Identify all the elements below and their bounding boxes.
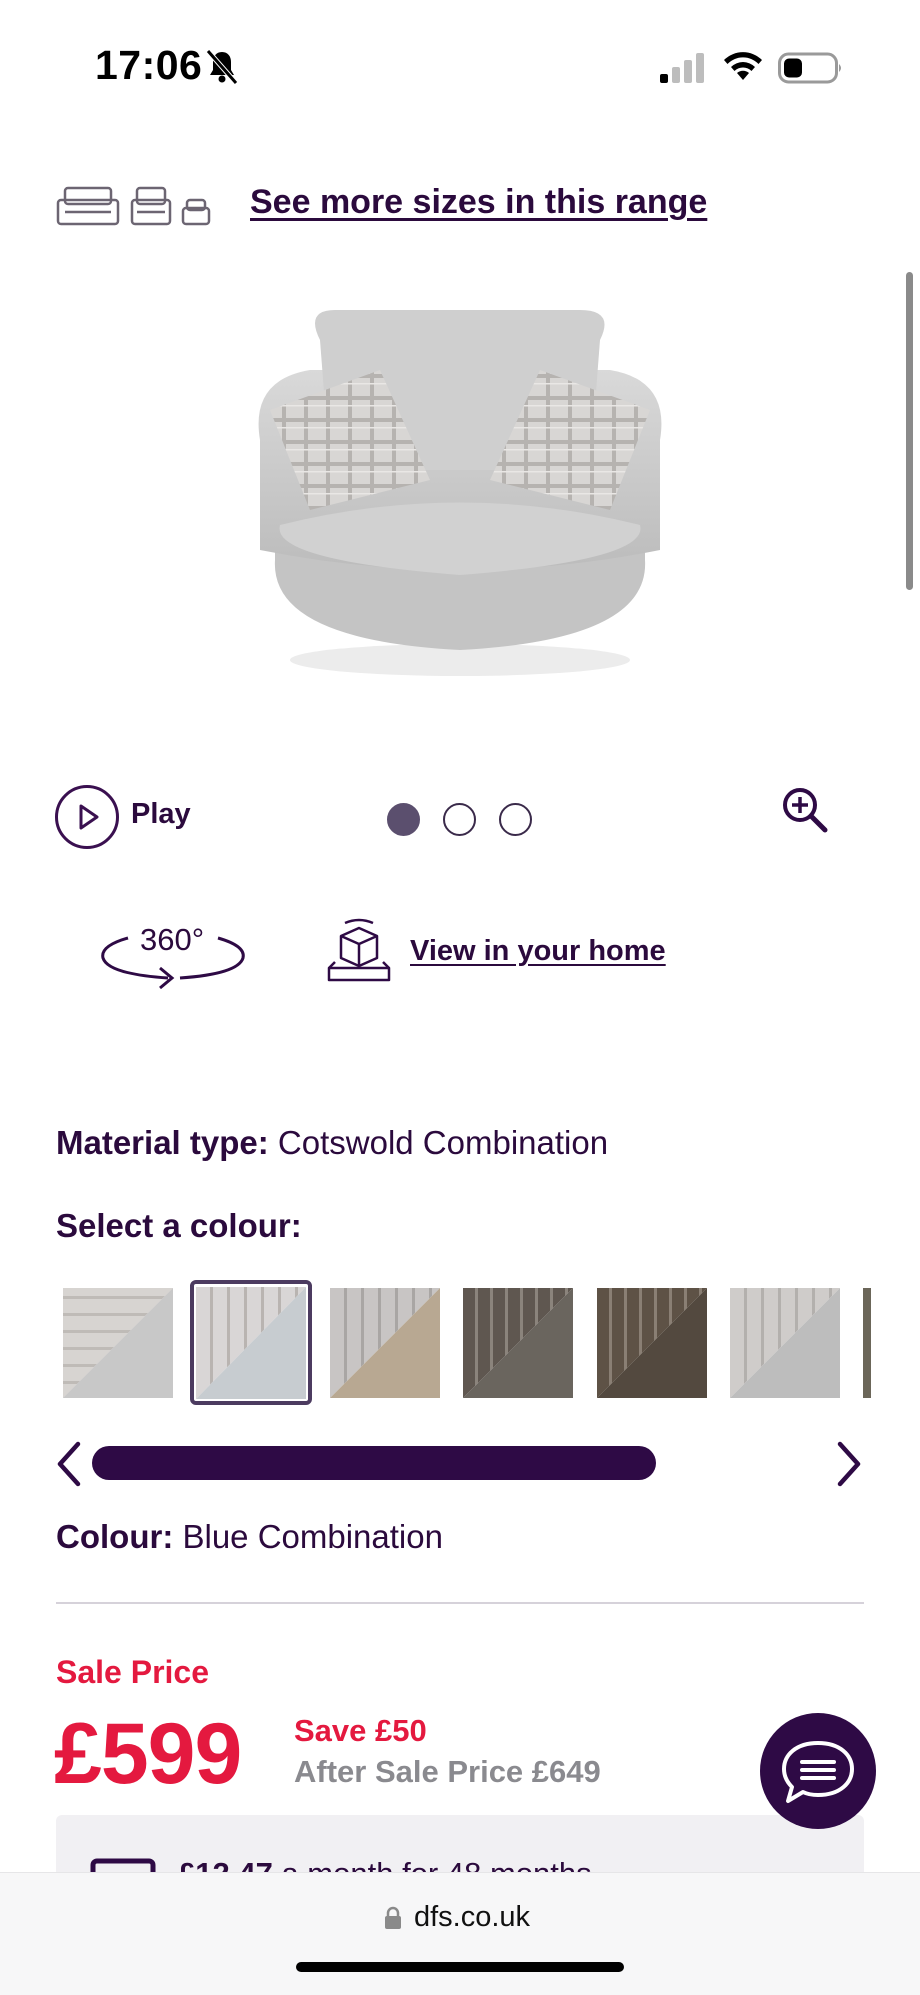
material-type-row: Material type: Cotswold Combination	[56, 1124, 608, 1162]
swatch-scroll-track[interactable]	[92, 1446, 656, 1480]
swatch-beige-check[interactable]	[330, 1288, 440, 1398]
save-amount: Save £50	[294, 1713, 427, 1748]
play-icon	[79, 804, 99, 830]
swatch-brown-check[interactable]	[597, 1288, 707, 1398]
url-text[interactable]: dfs.co.uk	[414, 1901, 530, 1934]
ar-cube-icon[interactable]	[325, 918, 393, 984]
colour-label: Colour:	[56, 1518, 174, 1555]
swatch-blue-check[interactable]	[196, 1287, 306, 1399]
divider	[56, 1602, 864, 1604]
sofa-sizes-icon[interactable]	[55, 180, 215, 228]
price: £599	[54, 1706, 242, 1802]
image-dot-1[interactable]	[387, 803, 420, 836]
home-indicator[interactable]	[296, 1962, 624, 1972]
signal-icon	[660, 53, 704, 83]
status-time: 17:06	[95, 42, 203, 88]
after-sale-price: After Sale Price £649	[294, 1754, 601, 1789]
sale-price-label: Sale Price	[56, 1654, 209, 1690]
play-video-button[interactable]	[55, 785, 119, 849]
chat-bubble-icon	[782, 1741, 854, 1803]
material-type-label: Material type:	[56, 1124, 269, 1161]
view-in-your-home-link[interactable]: View in your home	[410, 935, 666, 968]
image-dot-3[interactable]	[499, 803, 532, 836]
bell-muted-icon	[206, 49, 238, 85]
product-image-swivel-chair[interactable]	[230, 300, 690, 690]
page-scrollbar[interactable]	[906, 272, 913, 590]
zoom-in-icon[interactable]	[780, 785, 830, 835]
battery-icon	[778, 52, 841, 84]
lock-icon	[385, 1906, 401, 1929]
chevron-left-icon[interactable]	[52, 1440, 86, 1488]
colour-value: Blue Combination	[182, 1518, 443, 1555]
material-type-value: Cotswold Combination	[277, 1124, 609, 1161]
chat-button[interactable]	[760, 1713, 876, 1829]
image-dot-2[interactable]	[443, 803, 476, 836]
see-more-sizes-link[interactable]: See more sizes in this range	[250, 183, 707, 222]
play-label[interactable]: Play	[131, 798, 191, 831]
swatch-grey-check[interactable]	[63, 1288, 173, 1398]
rotate-360-label[interactable]: 360°	[140, 922, 204, 958]
chevron-right-icon[interactable]	[832, 1440, 866, 1488]
swatch-partial[interactable]	[863, 1288, 871, 1398]
selected-colour-row: Colour: Blue Combination	[56, 1518, 443, 1556]
select-colour-heading: Select a colour:	[56, 1207, 302, 1244]
swatch-brown-dark-check[interactable]	[463, 1288, 573, 1398]
swatch-silver-check[interactable]	[730, 1288, 840, 1398]
wifi-icon	[724, 52, 762, 80]
